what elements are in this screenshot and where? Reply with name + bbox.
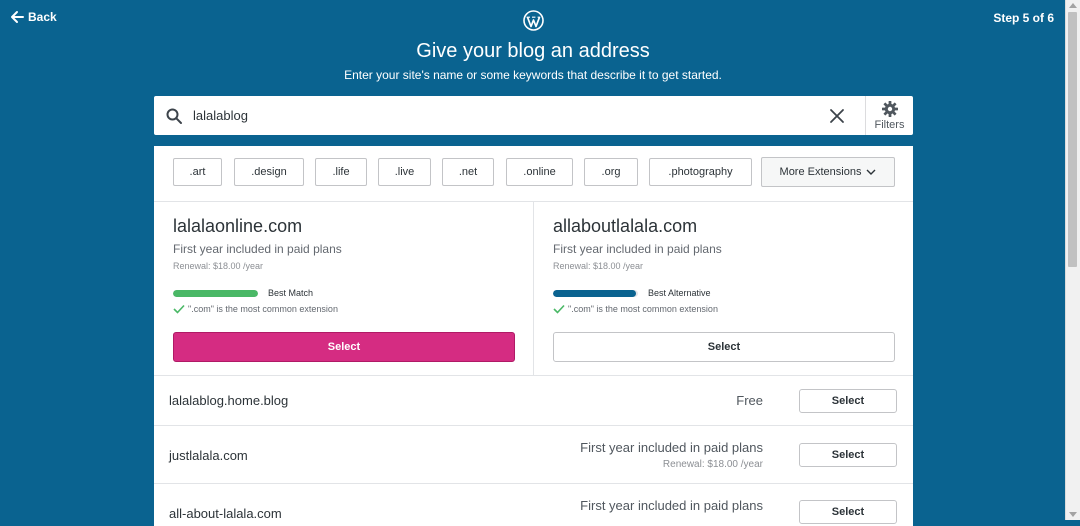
featured-price-note: First year included in paid plans — [553, 242, 722, 256]
page-title: Give your blog an address — [416, 40, 650, 62]
tld-chip-live[interactable]: .live — [378, 158, 431, 186]
search-icon — [166, 108, 182, 124]
select-button-featured-1[interactable]: Select — [173, 332, 515, 362]
featured-price-note: First year included in paid plans — [173, 242, 342, 256]
back-label: Back — [28, 10, 57, 24]
tld-chip-life[interactable]: .life — [315, 158, 367, 186]
domain-result-row: all-about-lalala.com First year included… — [154, 483, 913, 524]
filters-button[interactable]: Filters — [866, 96, 913, 135]
scroll-down-arrow-icon[interactable] — [1069, 512, 1077, 517]
result-price: First year included in paid plans — [580, 498, 763, 513]
tld-filter-bar: .art .design .life .live .net .online .o… — [154, 146, 913, 202]
result-domain-name: lalalablog.home.blog — [169, 393, 289, 408]
extension-note: ".com" is the most common extension — [553, 304, 718, 314]
search-input[interactable]: lalalablog — [193, 108, 827, 123]
match-label: Best Alternative — [648, 288, 711, 298]
chevron-down-icon — [866, 169, 876, 175]
select-button-result-2[interactable]: Select — [799, 443, 897, 467]
scroll-up-arrow-icon[interactable] — [1069, 3, 1077, 8]
featured-suggestion-best-alternative: allaboutlalala.com First year included i… — [534, 202, 913, 376]
domain-result-row: justlalala.com First year included in pa… — [154, 425, 913, 483]
match-label: Best Match — [268, 288, 314, 298]
select-button-featured-2[interactable]: Select — [553, 332, 895, 362]
result-renewal: Renewal: $18.00 /year — [662, 459, 763, 470]
extension-note-text: ".com" is the most common extension — [568, 304, 718, 314]
result-price: Free — [736, 393, 763, 408]
filters-label: Filters — [874, 119, 905, 131]
result-price: First year included in paid plans — [580, 440, 763, 455]
scrollbar-thumb[interactable] — [1068, 12, 1077, 267]
featured-renewal: Renewal: $18.00 /year — [173, 261, 264, 271]
domain-result-row: lalalablog.home.blog Free Select — [154, 375, 913, 425]
match-progress-bar — [553, 290, 638, 297]
featured-suggestion-best-match: lalalaonline.com First year included in … — [154, 202, 534, 376]
extension-note-text: ".com" is the most common extension — [188, 304, 338, 314]
results-panel: .art .design .life .live .net .online .o… — [154, 146, 913, 526]
page-scrollbar[interactable] — [1065, 0, 1080, 520]
tld-chip-org[interactable]: .org — [584, 158, 638, 186]
featured-domain-name: allaboutlalala.com — [553, 216, 698, 236]
result-domain-name: all-about-lalala.com — [169, 506, 282, 521]
tld-chip-photography[interactable]: .photography — [649, 158, 752, 186]
match-progress-fill — [173, 290, 258, 297]
tld-chip-net[interactable]: .net — [442, 158, 494, 186]
select-button-result-3[interactable]: Select — [799, 500, 897, 524]
featured-renewal: Renewal: $18.00 /year — [553, 261, 644, 271]
back-button[interactable]: Back — [10, 10, 57, 24]
featured-domain-name: lalalaonline.com — [173, 216, 303, 236]
wordpress-logo-icon — [523, 10, 544, 31]
checkmark-icon — [173, 304, 185, 314]
match-progress-fill — [553, 290, 637, 297]
more-extensions-button[interactable]: More Extensions — [761, 157, 895, 187]
arrow-left-icon — [11, 11, 24, 23]
more-extensions-label: More Extensions — [779, 166, 862, 178]
match-progress-bar — [173, 290, 258, 297]
checkmark-icon — [553, 304, 565, 314]
clear-search-icon[interactable] — [827, 106, 847, 126]
tld-chip-design[interactable]: .design — [234, 158, 304, 186]
step-indicator: Step 5 of 6 — [993, 11, 1054, 25]
select-button-result-1[interactable]: Select — [799, 389, 897, 413]
page-subtitle: Enter your site's name or some keywords … — [344, 68, 722, 82]
result-domain-name: justlalala.com — [169, 448, 248, 463]
extension-note: ".com" is the most common extension — [173, 304, 338, 314]
gear-icon — [881, 101, 898, 117]
domain-search-bar: lalalablog Filters — [154, 96, 913, 135]
tld-chip-art[interactable]: .art — [173, 158, 222, 186]
tld-chip-online[interactable]: .online — [506, 158, 573, 186]
